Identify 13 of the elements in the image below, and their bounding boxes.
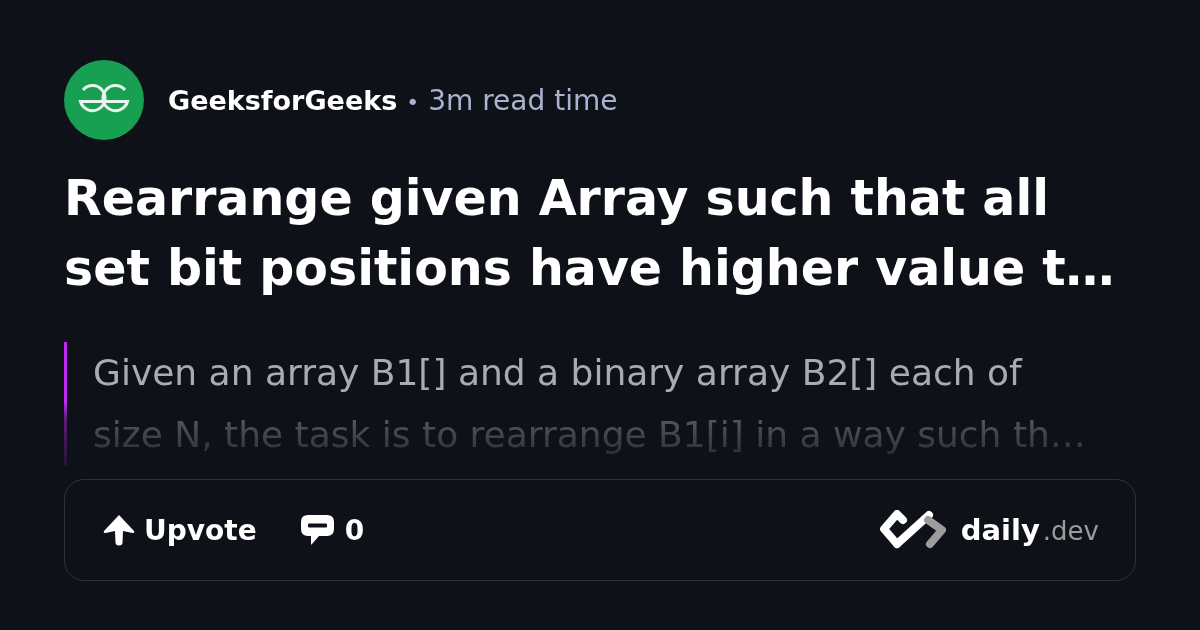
- speech-bubble-icon: [300, 514, 334, 546]
- logo-icon: [878, 510, 949, 550]
- upvote-button[interactable]: Upvote: [103, 513, 257, 547]
- post-title: Rearrange given Array such that all set bit positions have higher value t…: [64, 169, 1116, 299]
- comments-button[interactable]: 0: [300, 513, 365, 547]
- post-summary: Given an array B1[] and a binary array B2[] each of size N, the task is to rearrange B1[i] in a way such th…: [64, 342, 1093, 466]
- source-logo-icon: [64, 60, 144, 140]
- brand-domain: .dev: [1042, 516, 1099, 546]
- arrow-up-icon: [103, 514, 135, 546]
- separator-dot: •: [406, 89, 420, 115]
- brand-name: daily: [960, 513, 1040, 547]
- read-time: 3m read time: [428, 83, 618, 117]
- source-name: GeeksforGeeks: [168, 84, 398, 116]
